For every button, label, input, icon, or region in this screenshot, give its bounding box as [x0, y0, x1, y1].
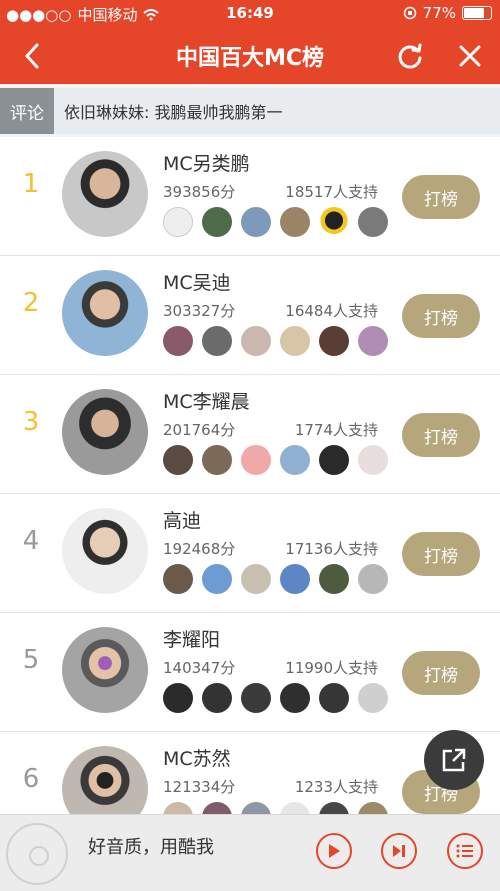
- fan-avatar[interactable]: [202, 445, 232, 475]
- supporter-count: 1233人支持: [294, 778, 378, 796]
- avatar[interactable]: [62, 151, 148, 237]
- share-button[interactable]: [424, 730, 484, 790]
- rank-number: 2: [22, 288, 40, 318]
- fan-avatar[interactable]: [202, 326, 232, 356]
- ranking-row[interactable]: 3 MC李耀晨 201764分 1774人支持 打榜: [0, 375, 500, 494]
- fan-avatar[interactable]: [163, 326, 193, 356]
- player-slogan: 好音质，用酷我: [88, 837, 214, 858]
- ranking-row[interactable]: 5 李耀阳 140347分 11990人支持 打榜: [0, 613, 500, 732]
- disc-icon[interactable]: [6, 823, 68, 885]
- fan-avatar[interactable]: [163, 564, 193, 594]
- fan-avatar[interactable]: [163, 207, 193, 237]
- score: 140347分: [163, 659, 236, 677]
- score: 121334分: [163, 778, 236, 796]
- fan-avatar[interactable]: [319, 683, 349, 713]
- mini-player: 好音质，用酷我: [0, 814, 500, 891]
- vote-button[interactable]: 打榜: [402, 651, 480, 695]
- score: 393856分: [163, 183, 236, 201]
- fan-avatar[interactable]: [202, 683, 232, 713]
- mc-name[interactable]: MC李耀晨: [163, 387, 250, 414]
- fan-avatar[interactable]: [358, 683, 388, 713]
- ranking-list: 1 MC另类鹏 393856分 18517人支持 打榜 2 MC吴迪 30332…: [0, 137, 500, 851]
- score: 303327分: [163, 302, 236, 320]
- battery-percent: 77%: [422, 4, 456, 22]
- avatar[interactable]: [62, 627, 148, 713]
- share-icon: [442, 748, 466, 772]
- fan-avatar[interactable]: [358, 326, 388, 356]
- supporter-count: 17136人支持: [285, 540, 378, 558]
- supporter-count: 1774人支持: [294, 421, 378, 439]
- avatar[interactable]: [62, 508, 148, 594]
- ranking-row[interactable]: 2 MC吴迪 303327分 16484人支持 打榜: [0, 256, 500, 375]
- fan-avatar[interactable]: [280, 207, 310, 237]
- supporter-avatars: [163, 564, 388, 594]
- score: 201764分: [163, 421, 236, 439]
- supporter-count: 16484人支持: [285, 302, 378, 320]
- ranking-row[interactable]: 1 MC另类鹏 393856分 18517人支持 打榜: [0, 137, 500, 256]
- fan-avatar[interactable]: [241, 326, 271, 356]
- rank-number: 1: [22, 169, 40, 199]
- supporter-avatars: [163, 445, 388, 475]
- avatar[interactable]: [62, 389, 148, 475]
- fan-avatar[interactable]: [163, 445, 193, 475]
- supporter-count: 11990人支持: [285, 659, 378, 677]
- fan-avatar[interactable]: [163, 683, 193, 713]
- mc-name[interactable]: MC另类鹏: [163, 149, 250, 176]
- orientation-lock-icon: [403, 6, 416, 20]
- refresh-icon: [398, 43, 422, 69]
- fan-avatar[interactable]: [241, 683, 271, 713]
- next-icon: [393, 845, 405, 857]
- vote-button[interactable]: 打榜: [402, 413, 480, 457]
- fan-avatar[interactable]: [319, 207, 349, 237]
- mc-name[interactable]: 李耀阳: [163, 625, 220, 652]
- rank-number: 5: [22, 645, 40, 675]
- supporter-avatars: [163, 207, 388, 237]
- comment-text: 依旧琳妹妹: 我鹏最帅我鹏第一: [64, 103, 283, 122]
- ranking-row[interactable]: 4 高迪 192468分 17136人支持 打榜: [0, 494, 500, 613]
- fan-avatar[interactable]: [280, 326, 310, 356]
- battery-icon: [462, 6, 492, 20]
- vote-button[interactable]: 打榜: [402, 175, 480, 219]
- comment-tag: 评论: [0, 88, 54, 134]
- play-icon: [329, 844, 340, 858]
- mc-name[interactable]: MC苏然: [163, 744, 231, 771]
- fan-avatar[interactable]: [319, 564, 349, 594]
- playlist-icon: [456, 844, 473, 858]
- fan-avatar[interactable]: [280, 564, 310, 594]
- status-bar: ●●●○○ 中国移动 16:49 77%: [0, 0, 500, 26]
- fan-avatar[interactable]: [358, 445, 388, 475]
- avatar[interactable]: [62, 270, 148, 356]
- mc-name[interactable]: 高迪: [163, 506, 201, 533]
- fan-avatar[interactable]: [358, 207, 388, 237]
- play-button[interactable]: [316, 833, 352, 869]
- mc-name[interactable]: MC吴迪: [163, 268, 231, 295]
- fan-avatar[interactable]: [280, 445, 310, 475]
- comment-ticker[interactable]: 评论 依旧琳妹妹: 我鹏最帅我鹏第一: [0, 88, 500, 134]
- vote-button[interactable]: 打榜: [402, 532, 480, 576]
- rank-number: 3: [22, 407, 40, 437]
- fan-avatar[interactable]: [319, 326, 349, 356]
- close-icon: [459, 45, 481, 67]
- fan-avatar[interactable]: [358, 564, 388, 594]
- playlist-button[interactable]: [447, 833, 483, 869]
- close-button[interactable]: [452, 38, 488, 74]
- supporter-avatars: [163, 326, 388, 356]
- supporter-count: 18517人支持: [285, 183, 378, 201]
- vote-button[interactable]: 打榜: [402, 294, 480, 338]
- nav-bar: 中国百大MC榜: [0, 26, 500, 84]
- fan-avatar[interactable]: [280, 683, 310, 713]
- refresh-button[interactable]: [392, 38, 428, 74]
- fan-avatar[interactable]: [319, 445, 349, 475]
- fan-avatar[interactable]: [241, 207, 271, 237]
- next-button[interactable]: [381, 833, 417, 869]
- rank-number: 4: [22, 526, 40, 556]
- fan-avatar[interactable]: [241, 564, 271, 594]
- supporter-avatars: [163, 683, 388, 713]
- fan-avatar[interactable]: [202, 564, 232, 594]
- rank-number: 6: [22, 764, 40, 794]
- score: 192468分: [163, 540, 236, 558]
- fan-avatar[interactable]: [241, 445, 271, 475]
- fan-avatar[interactable]: [202, 207, 232, 237]
